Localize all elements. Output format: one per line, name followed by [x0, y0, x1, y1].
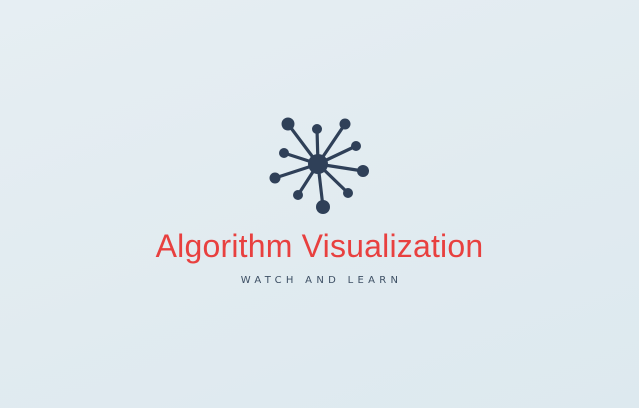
logo-lockup: Algorithm Visualization WATCH AND LEARN: [0, 0, 639, 408]
network-node-icon: [269, 117, 369, 214]
app-tagline: WATCH AND LEARN: [240, 275, 403, 286]
app-title: Algorithm Visualization: [155, 228, 484, 264]
